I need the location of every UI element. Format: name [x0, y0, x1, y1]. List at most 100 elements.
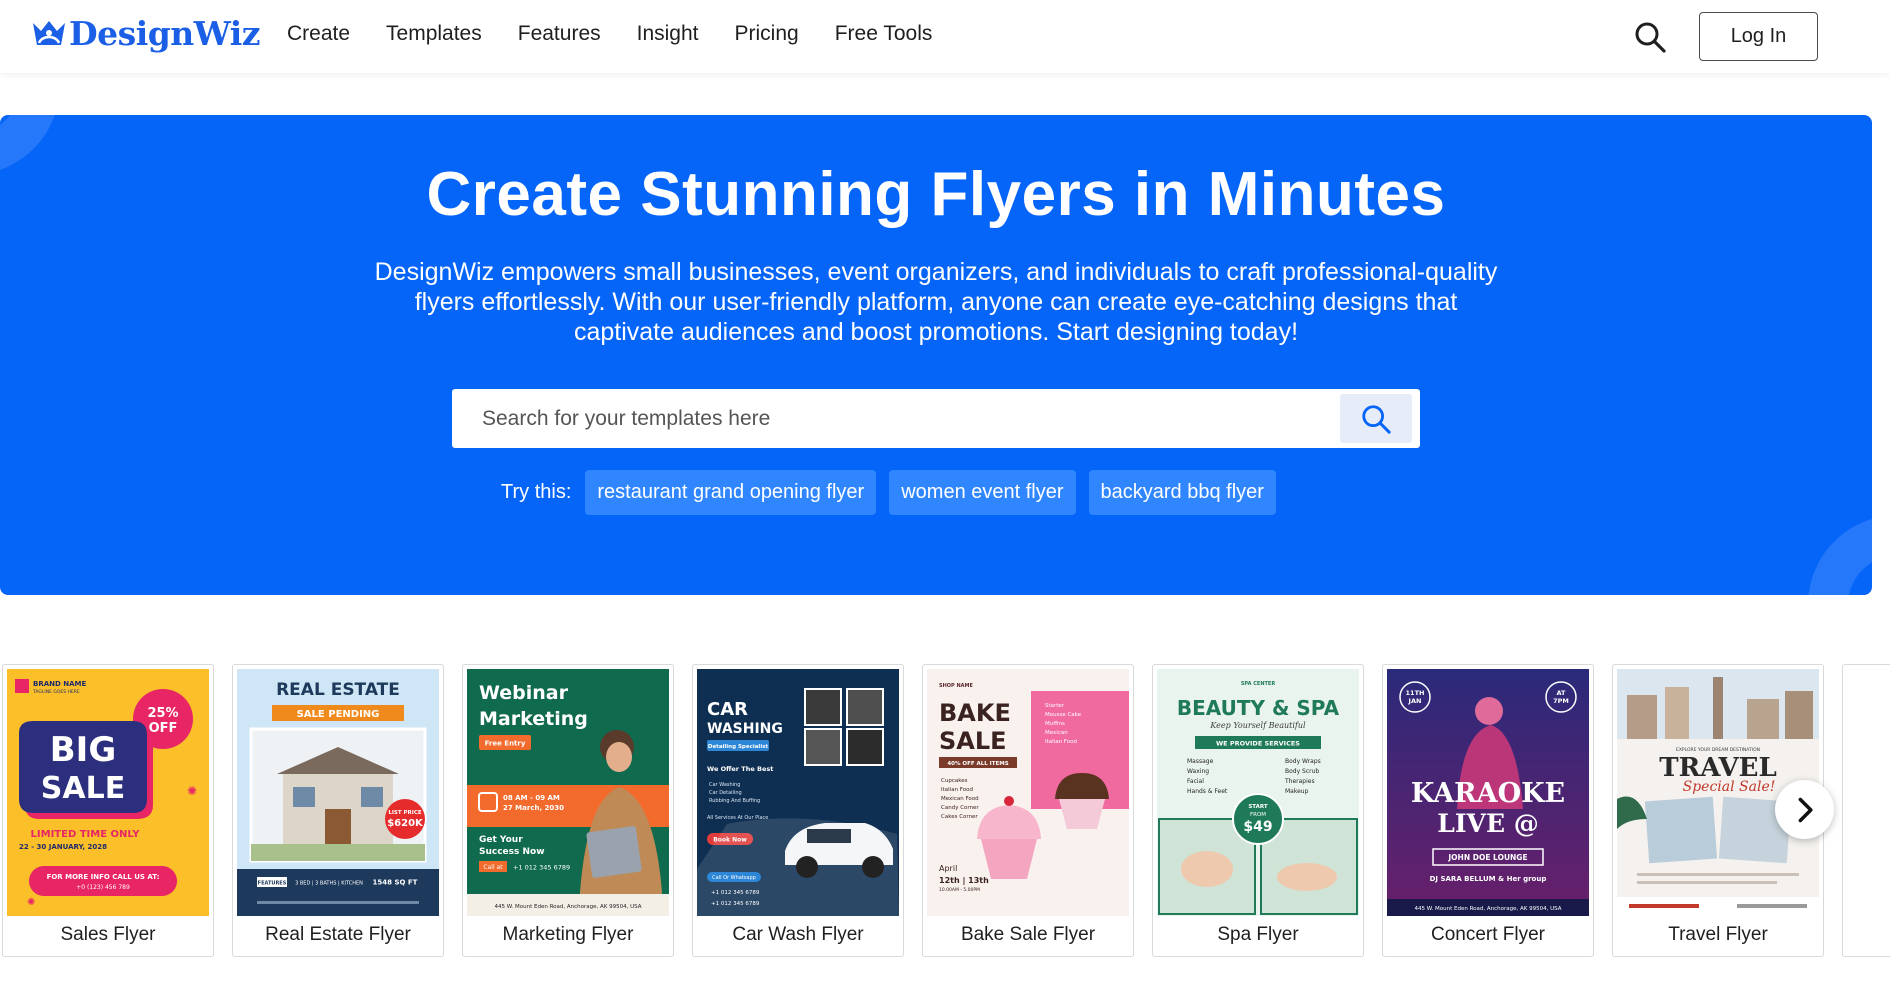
template-search-bar — [452, 389, 1420, 448]
svg-text:Success Now: Success Now — [479, 847, 545, 857]
nav-item-insight[interactable]: Insight — [637, 22, 699, 46]
svg-text:LIMITED TIME ONLY: LIMITED TIME ONLY — [31, 829, 141, 840]
suggestion-chip[interactable]: backyard bbq flyer — [1088, 470, 1276, 515]
template-carousel: BRAND NAME TAGLINE GOES HERE 25% OFF BIG… — [0, 664, 1890, 959]
svg-text:Rubbing And Buffing: Rubbing And Buffing — [709, 798, 760, 804]
svg-text:Hands & Feet: Hands & Feet — [1187, 788, 1228, 795]
svg-text:KARAOKE: KARAOKE — [1411, 778, 1565, 809]
nav-item-features[interactable]: Features — [518, 22, 601, 46]
template-card-marketing-flyer[interactable]: Webinar Marketing Free Entry 08 AM - 09 … — [462, 664, 674, 957]
top-navigation-bar: DesignWiz Create Templates Features Insi… — [0, 0, 1890, 73]
svg-text:FROM: FROM — [1250, 812, 1266, 818]
main-nav: Create Templates Features Insight Pricin… — [287, 22, 968, 46]
template-card-label: Sales Flyer — [60, 924, 156, 945]
svg-text:April: April — [939, 864, 957, 873]
svg-text:Special Sale!: Special Sale! — [1683, 779, 1776, 795]
svg-text:1548 SQ FT: 1548 SQ FT — [373, 879, 418, 887]
template-search-input[interactable] — [482, 389, 1322, 448]
svg-text:Massage: Massage — [1187, 758, 1214, 765]
svg-text:WASHING: WASHING — [707, 721, 783, 737]
svg-text:27 March, 2030: 27 March, 2030 — [503, 804, 564, 812]
template-card-label: Real Estate Flyer — [265, 924, 411, 945]
svg-text:3 BED | 3 BATHS | KITCHEN: 3 BED | 3 BATHS | KITCHEN — [295, 881, 363, 887]
svg-text:LIVE @: LIVE @ — [1437, 809, 1538, 838]
svg-text:445 W. Mount Eden Road, Anchor: 445 W. Mount Eden Road, Anchorage, AK 99… — [1414, 906, 1561, 912]
svg-text:Free Entry: Free Entry — [485, 740, 526, 748]
search-submit-button[interactable] — [1340, 394, 1412, 443]
login-button[interactable]: Log In — [1699, 12, 1818, 61]
search-icon — [1362, 404, 1391, 434]
svg-text:Candy Corner: Candy Corner — [941, 805, 979, 811]
brand-name: DesignWiz — [69, 14, 261, 53]
svg-text:40% OFF ALL ITEMS: 40% OFF ALL ITEMS — [947, 761, 1008, 767]
svg-text:+1 012 345 6789: +1 012 345 6789 — [711, 890, 760, 896]
svg-text:Body Scrub: Body Scrub — [1285, 768, 1319, 775]
template-thumbnail: Webinar Marketing Free Entry 08 AM - 09 … — [467, 669, 669, 916]
svg-text:Starter: Starter — [1045, 703, 1065, 709]
svg-text:START: START — [1248, 804, 1268, 810]
svg-text:+1 012 345 6789: +1 012 345 6789 — [711, 901, 760, 907]
svg-text:SALE PENDING: SALE PENDING — [297, 709, 380, 720]
designwiz-logo[interactable]: DesignWiz — [30, 14, 261, 53]
svg-text:Marketing: Marketing — [479, 708, 588, 730]
template-card-car-wash-flyer[interactable]: CAR WASHING Detailing Specialist We Offe… — [692, 664, 904, 957]
svg-text:Muffins: Muffins — [1045, 721, 1065, 727]
svg-text:12th | 13th: 12th | 13th — [939, 876, 989, 885]
nav-item-free-tools[interactable]: Free Tools — [835, 22, 933, 46]
try-this-label: Try this: — [501, 481, 572, 503]
header-search-button[interactable] — [1633, 20, 1667, 54]
template-card-label: Spa Flyer — [1217, 924, 1299, 945]
svg-text:BIG: BIG — [50, 730, 116, 770]
svg-text:Car Detailing: Car Detailing — [709, 790, 742, 796]
svg-text:Therapies: Therapies — [1284, 778, 1315, 785]
decorative-ring — [1808, 515, 1872, 595]
svg-text:We Offer The Best: We Offer The Best — [707, 765, 773, 773]
template-card-sales-flyer[interactable]: BRAND NAME TAGLINE GOES HERE 25% OFF BIG… — [2, 664, 214, 957]
crown-logo-icon — [33, 20, 65, 45]
svg-text:Facial: Facial — [1187, 778, 1204, 785]
svg-text:08 AM - 09 AM: 08 AM - 09 AM — [503, 794, 560, 802]
svg-text:$49: $49 — [1243, 819, 1272, 835]
template-card-real-estate-flyer[interactable]: REAL ESTATE SALE PENDING LIST PRICE $620… — [232, 664, 444, 957]
svg-text:Call at: Call at — [483, 864, 503, 871]
template-thumbnail: SHOP NAME BAKE SALE 40% OFF ALL ITEMS Cu… — [927, 669, 1129, 916]
svg-text:SALE: SALE — [939, 727, 1007, 755]
carousel-next-button[interactable] — [1775, 780, 1834, 839]
svg-text:OFF: OFF — [149, 721, 178, 736]
suggestion-chip[interactable]: women event flyer — [889, 470, 1076, 515]
chevron-right-icon — [1798, 797, 1813, 822]
svg-text:JAN: JAN — [1408, 697, 1422, 705]
svg-text:Body Wraps: Body Wraps — [1285, 758, 1321, 765]
nav-item-templates[interactable]: Templates — [386, 22, 482, 46]
svg-text:$620K: $620K — [387, 818, 424, 829]
suggestion-chip[interactable]: restaurant grand opening flyer — [585, 470, 877, 515]
svg-text:CAR: CAR — [707, 699, 748, 720]
svg-text:Keep Yourself Beautiful: Keep Yourself Beautiful — [1209, 721, 1306, 730]
svg-text:Webinar: Webinar — [479, 682, 569, 704]
template-thumbnail: SPA CENTER BEAUTY & SPA Keep Yourself Be… — [1157, 669, 1359, 916]
svg-text:✺: ✺ — [27, 897, 35, 908]
template-card-concert-flyer[interactable]: 11TH JAN AT 7PM KARAOKE LIVE @ JOHN DOE … — [1382, 664, 1594, 957]
svg-text:Mexican Food: Mexican Food — [941, 796, 979, 802]
template-thumbnail: REAL ESTATE SALE PENDING LIST PRICE $620… — [237, 669, 439, 916]
template-card-bake-sale-flyer[interactable]: SHOP NAME BAKE SALE 40% OFF ALL ITEMS Cu… — [922, 664, 1134, 957]
svg-text:11TH: 11TH — [1406, 689, 1425, 697]
svg-text:25%: 25% — [147, 706, 178, 721]
svg-text:+1 012 345 6789: +1 012 345 6789 — [513, 864, 570, 872]
svg-text:LIST PRICE: LIST PRICE — [388, 810, 422, 816]
svg-text:Detailing Specialist: Detailing Specialist — [708, 744, 769, 750]
svg-text:AT: AT — [1557, 689, 1567, 697]
template-card-partial[interactable] — [1842, 664, 1890, 957]
svg-text:Get Your: Get Your — [479, 835, 523, 845]
nav-item-create[interactable]: Create — [287, 22, 350, 46]
search-icon — [1635, 22, 1666, 53]
svg-text:+0 (123) 456 789: +0 (123) 456 789 — [76, 884, 130, 891]
hero-title: Create Stunning Flyers in Minutes — [426, 160, 1446, 229]
nav-item-pricing[interactable]: Pricing — [735, 22, 799, 46]
svg-text:JOHN DOE LOUNGE: JOHN DOE LOUNGE — [1447, 853, 1527, 862]
svg-text:Italian Food: Italian Food — [941, 787, 973, 793]
template-card-spa-flyer[interactable]: SPA CENTER BEAUTY & SPA Keep Yourself Be… — [1152, 664, 1364, 957]
svg-text:Call Or Whatsapp: Call Or Whatsapp — [712, 875, 756, 881]
svg-text:Car Washing: Car Washing — [709, 782, 740, 788]
svg-text:BAKE: BAKE — [939, 699, 1011, 727]
